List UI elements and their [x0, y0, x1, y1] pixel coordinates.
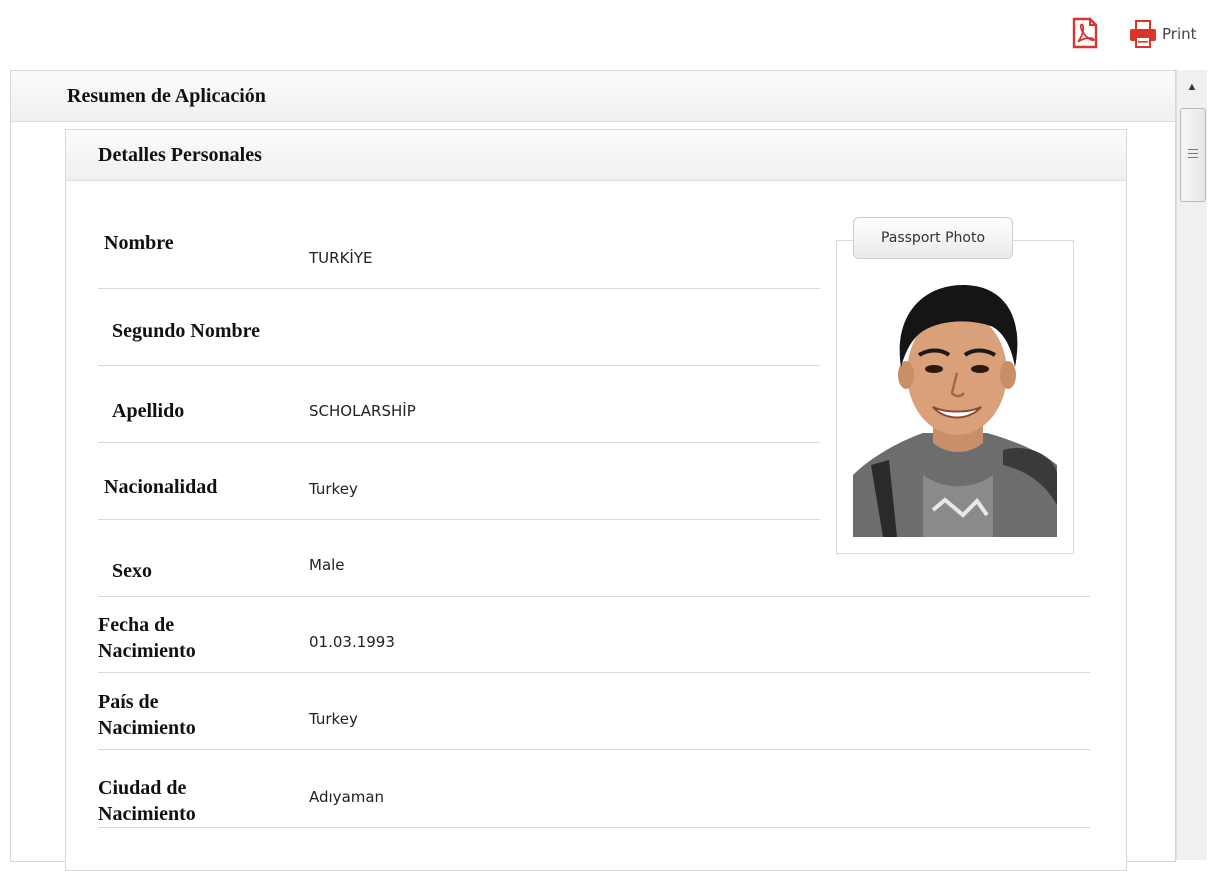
passport-photo-frame: Passport Photo	[836, 217, 1074, 554]
grip-line	[1188, 149, 1198, 150]
print-button[interactable]: Print	[1128, 18, 1197, 50]
field-label-fecha-nacimiento: Fecha de Nacimiento	[98, 614, 196, 662]
row-divider	[98, 827, 1090, 828]
field-label-segundo-nombre: Segundo Nombre	[112, 320, 260, 342]
field-value-apellido: SCHOLARSHİP	[309, 402, 416, 420]
application-summary-header: Resumen de Aplicación	[11, 71, 1175, 122]
field-label-nombre: Nombre	[104, 232, 174, 254]
personal-details-header: Detalles Personales	[66, 130, 1126, 181]
field-label-sexo: Sexo	[112, 560, 152, 582]
field-value-nombre: TURKİYE	[309, 249, 373, 267]
field-value-pais-nacimiento: Turkey	[309, 710, 358, 728]
field-value-nacionalidad: Turkey	[309, 480, 358, 498]
toolbar: Print	[0, 0, 1208, 66]
row-divider	[98, 365, 820, 366]
grip-line	[1188, 153, 1198, 154]
row-divider	[98, 749, 1090, 750]
passport-photo	[853, 275, 1057, 537]
application-summary-panel: Resumen de Aplicación Detalles Personale…	[10, 70, 1176, 871]
row-divider	[98, 442, 820, 443]
passport-photo-label: Passport Photo	[853, 217, 1013, 259]
field-value-sexo: Male	[309, 556, 345, 574]
row-divider	[98, 596, 1090, 597]
grip-line	[1188, 157, 1198, 158]
scroll-thumb[interactable]	[1180, 108, 1206, 202]
field-label-pais-nacimiento: País de Nacimiento	[98, 691, 196, 739]
application-summary-title: Resumen de Aplicación	[67, 85, 266, 107]
personal-details-title: Detalles Personales	[98, 144, 262, 166]
row-divider	[98, 519, 820, 520]
pdf-export-button[interactable]	[1068, 16, 1102, 50]
scroll-up-arrow-icon[interactable]: ▲	[1177, 70, 1207, 104]
field-label-nacionalidad: Nacionalidad	[104, 476, 218, 498]
print-label: Print	[1162, 25, 1197, 43]
field-value-ciudad-nacimiento: Adıyaman	[309, 788, 385, 806]
printer-icon	[1130, 20, 1156, 48]
field-label-ciudad-nacimiento: Ciudad de Nacimiento	[98, 777, 196, 825]
field-value-fecha-nacimiento: 01.03.1993	[309, 633, 395, 651]
vertical-scrollbar[interactable]: ▲	[1176, 70, 1207, 860]
row-divider	[98, 672, 1090, 673]
field-label-apellido: Apellido	[112, 400, 185, 422]
row-divider	[98, 288, 820, 289]
pdf-icon	[1072, 17, 1098, 49]
personal-details-panel: Detalles Personales Nombre TURKİYE Segun…	[65, 129, 1127, 871]
